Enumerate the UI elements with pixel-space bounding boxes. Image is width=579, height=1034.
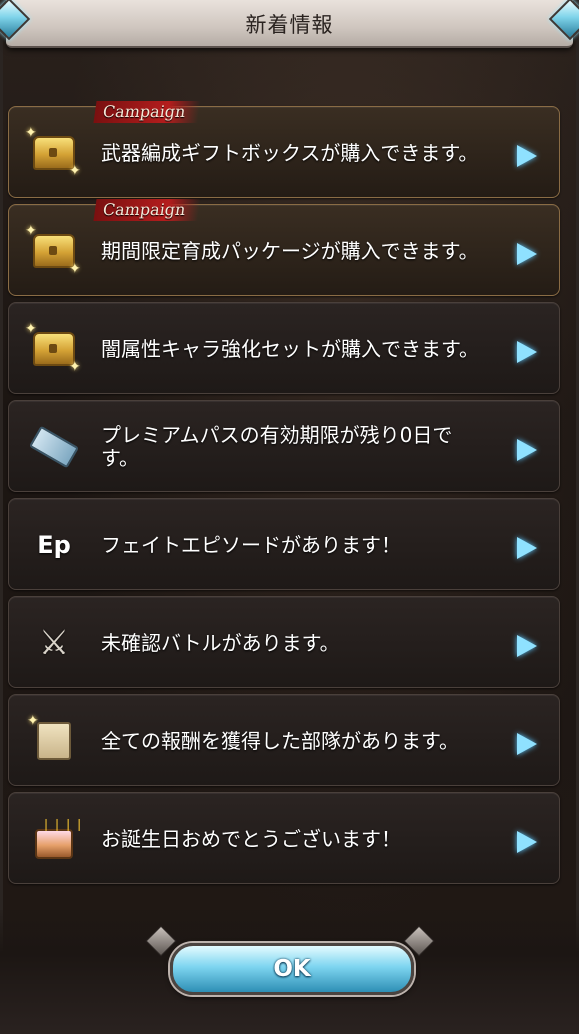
ok-button[interactable]: OK [170,943,414,995]
arrow-right-icon[interactable] [517,439,537,461]
news-item[interactable]: Campaign ✦ ✦ 武器編成ギフトボックスが購入できます。 [8,101,560,198]
ep-icon: Ep [31,525,77,565]
news-list: Campaign ✦ ✦ 武器編成ギフトボックスが購入できます。 Campaig… [8,101,560,890]
news-item[interactable]: ✦ 全ての報酬を獲得した部隊があります。 [8,694,560,786]
treasure-chest-icon: ✦ ✦ [25,321,81,375]
news-text: プレミアムパスの有効期限が残り0日です。 [101,423,453,470]
arrow-right-icon[interactable] [517,243,537,265]
title-bar: 新着情報 [6,0,573,48]
arrow-right-icon[interactable] [517,341,537,363]
news-item[interactable]: ❘❘❘❘ お誕生日おめでとうございます！ [8,792,560,884]
ticket-icon [28,425,80,469]
news-item[interactable]: Ep フェイトエピソードがあります！ [8,498,560,590]
treasure-chest-icon: ✦ ✦ [25,223,81,277]
dialog-title: 新着情報 [245,13,334,37]
treasure-chest-icon: ✦ ✦ [25,125,81,179]
arrow-right-icon[interactable] [517,145,537,167]
news-text: 武器編成ギフトボックスが購入できます。 [101,140,479,165]
arrow-right-icon[interactable] [517,635,537,657]
scroll-icon: ✦ [27,713,77,761]
news-item[interactable]: ✦ ✦ 闇属性キャラ強化セットが購入できます。 [8,302,560,394]
news-text: 闇属性キャラ強化セットが購入できます。 [101,336,479,361]
news-text: フェイトエピソードがあります！ [101,532,401,557]
news-item[interactable]: Campaign ✦ ✦ 期間限定育成パッケージが購入できます。 [8,199,560,296]
arrow-right-icon[interactable] [517,733,537,755]
arrow-right-icon[interactable] [517,831,537,853]
birthday-cake-icon: ❘❘❘❘ [31,817,84,859]
news-text: 全ての報酬を獲得した部隊があります。 [101,728,459,753]
arrow-right-icon[interactable] [517,537,537,559]
crossed-swords-icon: ⚔ [38,623,70,663]
ep-icon-label: Ep [37,531,71,559]
news-text: お誕生日おめでとうございます！ [101,826,401,851]
news-item[interactable]: ⚔ 未確認バトルがあります。 [8,596,560,688]
news-text: 期間限定育成パッケージが購入できます。 [101,238,479,263]
news-text: 未確認バトルがあります。 [101,630,340,655]
news-item[interactable]: プレミアムパスの有効期限が残り0日です。 [8,400,560,492]
